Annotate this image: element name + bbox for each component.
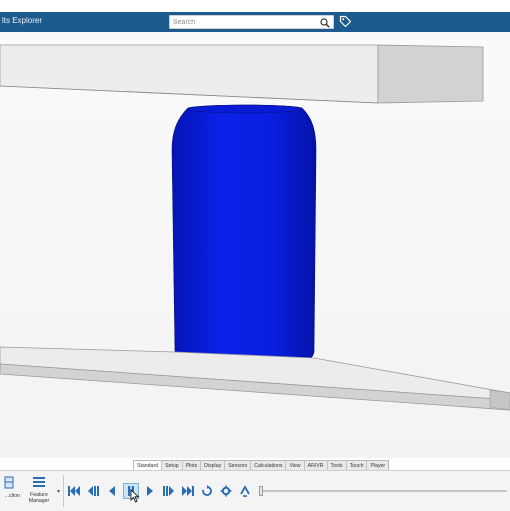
feature-manager-label: Feature Manager [28,492,50,504]
feature-manager-button[interactable]: Feature Manager [22,474,56,508]
last-frame-icon[interactable] [180,483,196,499]
title-bar: lts Explorer [0,12,510,32]
play-reverse-icon[interactable] [104,483,120,499]
can-model [171,104,317,370]
section-button[interactable]: ...ction [0,474,20,508]
settings-icon[interactable] [218,483,234,499]
first-frame-icon[interactable] [66,483,82,499]
search-input[interactable] [173,16,313,28]
command-bar: ...ction Feature Manager ▾ [0,470,510,511]
section-button-label: ...ction [4,493,20,499]
section-icon [4,476,14,489]
mouse-cursor-icon [130,489,140,503]
loop-icon[interactable] [199,483,215,499]
step-forward-icon[interactable] [161,483,177,499]
player-controls [66,481,256,501]
graphics-viewport[interactable] [0,32,510,458]
reverse-icon[interactable] [237,483,253,499]
app-title: lts Explorer [2,16,43,25]
tag-icon[interactable] [339,15,352,28]
feature-tree-icon [33,477,45,487]
toolbar-divider [63,475,64,507]
step-back-icon[interactable] [85,483,101,499]
chevron-down-icon[interactable]: ▾ [57,488,60,495]
timeline-slider-thumb[interactable] [259,486,263,496]
play-icon[interactable] [142,483,158,499]
scene-canvas [0,32,510,458]
search-icon[interactable] [320,18,330,28]
timeline-slider[interactable] [259,486,507,496]
search-box[interactable] [169,15,334,29]
